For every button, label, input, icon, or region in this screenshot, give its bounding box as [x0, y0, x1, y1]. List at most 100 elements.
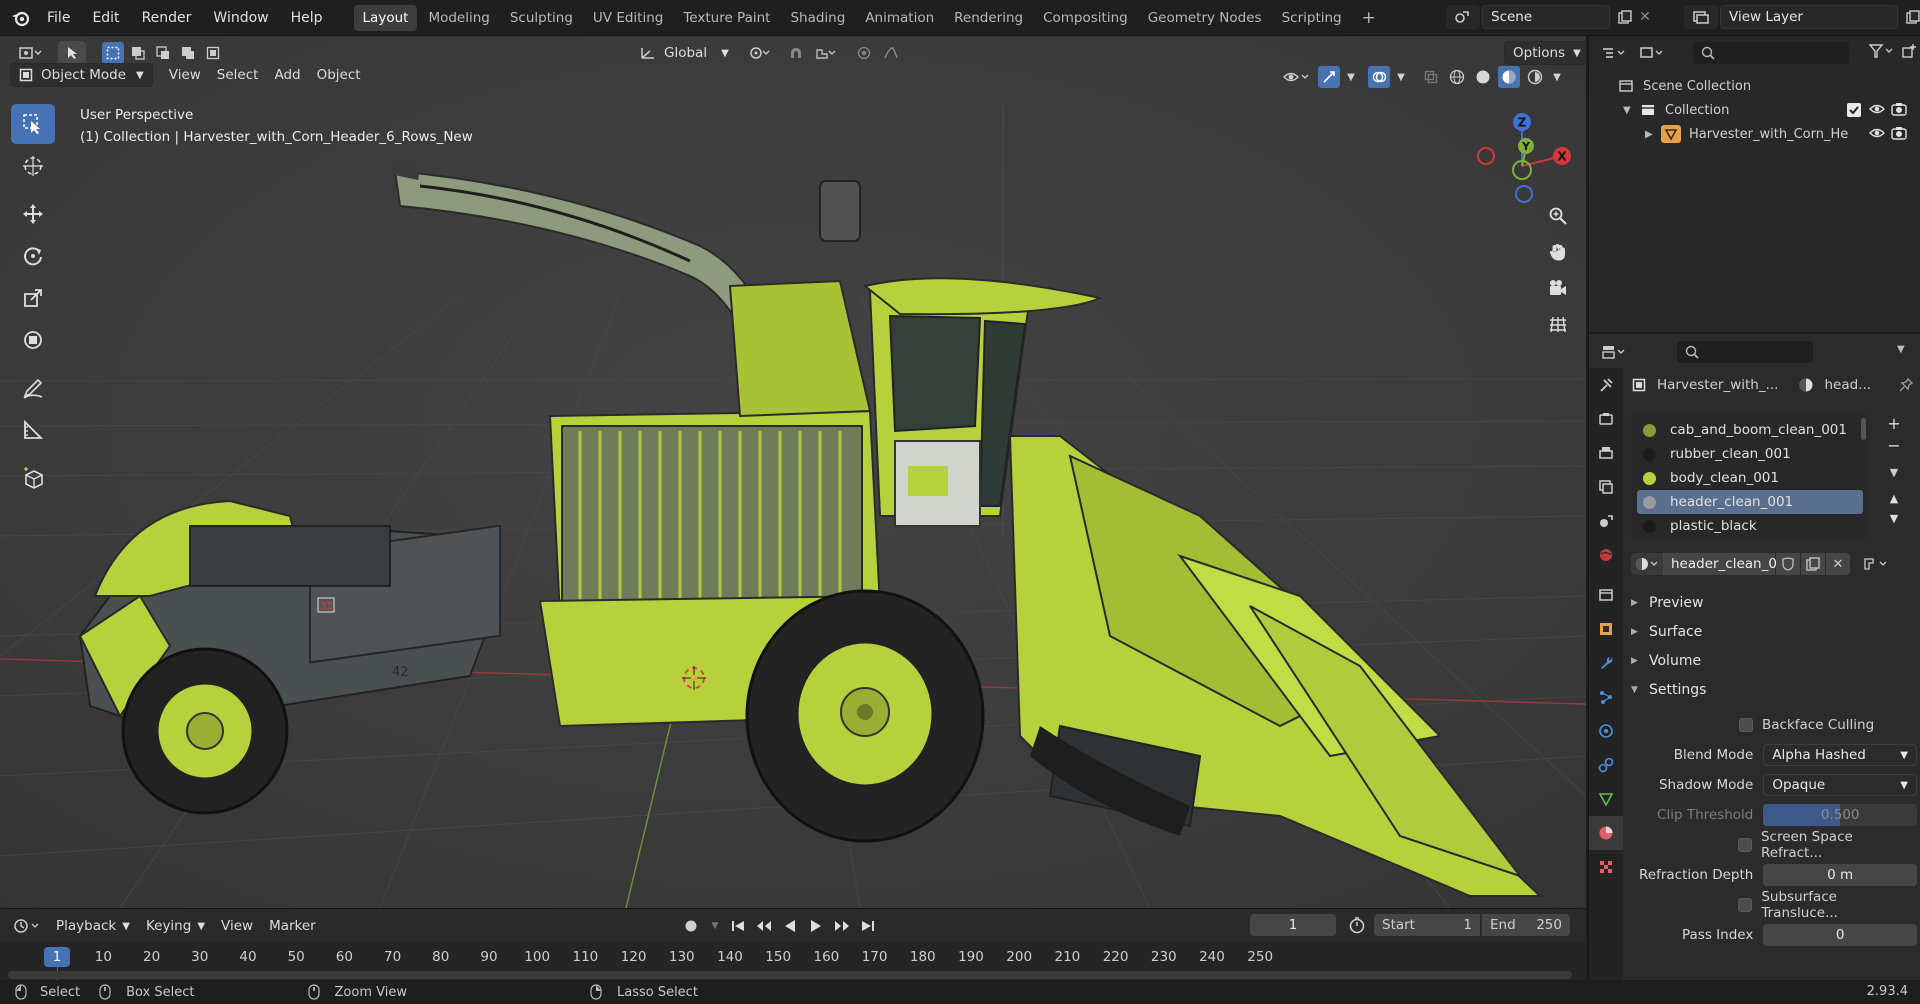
material-tab-icon[interactable] [1589, 816, 1623, 850]
options-dropdown[interactable]: Options ▼ [1504, 41, 1586, 65]
menu-file[interactable]: File [36, 10, 81, 26]
select-box-tool[interactable] [11, 104, 55, 144]
scene-tab-icon[interactable] [1589, 504, 1623, 538]
view-layer-field[interactable]: View Layer [1720, 5, 1898, 29]
backface-culling-checkbox[interactable] [1739, 718, 1753, 732]
add-slot-button[interactable]: + [1883, 414, 1905, 436]
properties-options-icon[interactable]: ▼ [1897, 344, 1905, 355]
slot-specials-button[interactable]: ▼ [1883, 458, 1905, 488]
browse-material-icon[interactable] [1631, 553, 1663, 575]
3d-viewport[interactable]: 31 42 Global ▼ Options ▼ Object Mode ▼ V… [0, 36, 1586, 908]
menu-help[interactable]: Help [280, 10, 334, 26]
tab-animation[interactable]: Animation [856, 5, 943, 31]
object-visibility-icon[interactable] [1869, 127, 1885, 139]
wireframe-shading-icon[interactable] [1446, 66, 1468, 88]
duplicate-material-icon[interactable] [1801, 553, 1825, 575]
menu-select[interactable]: Select [209, 63, 267, 87]
material-link-icon[interactable] [1860, 553, 1892, 575]
scene-field[interactable]: Scene [1482, 5, 1610, 29]
new-collection-icon[interactable] [1901, 44, 1917, 58]
collection-expand-icon[interactable]: ▼ [1623, 105, 1639, 116]
properties-search-input[interactable] [1677, 341, 1813, 363]
clip-threshold-slider[interactable]: 0.500 [1763, 804, 1917, 826]
gizmo-dropdown-icon[interactable]: ▼ [1344, 72, 1358, 83]
material-list-scrollbar[interactable] [1861, 418, 1866, 440]
material-slots-list[interactable]: cab_and_boom_clean_001 rubber_clean_001 bo… [1631, 414, 1869, 538]
remove-scene-icon[interactable]: ✕ [1636, 9, 1654, 25]
object-row[interactable]: ▶ Harvester_with_Corn_He [1589, 122, 1920, 146]
rendered-shading-icon[interactable] [1524, 66, 1546, 88]
constraints-tab-icon[interactable] [1589, 748, 1623, 782]
solid-shading-icon[interactable] [1472, 66, 1494, 88]
view-layer-icon[interactable] [1684, 5, 1718, 29]
view-layer-tab-icon[interactable] [1589, 470, 1623, 504]
render-tab-icon[interactable] [1589, 402, 1623, 436]
select-subtract-icon[interactable] [152, 42, 174, 64]
volume-panel-header[interactable]: ▶ Volume [1631, 646, 1917, 675]
tab-geometry-nodes[interactable]: Geometry Nodes [1139, 5, 1271, 31]
pin-icon[interactable] [1899, 378, 1913, 392]
backface-culling-row[interactable]: Backface Culling [1631, 710, 1917, 740]
add-cube-tool[interactable] [11, 458, 55, 498]
shadow-mode-dropdown[interactable]: Opaque ▼ [1763, 774, 1917, 796]
unlink-material-icon[interactable]: ✕ [1826, 553, 1850, 575]
menu-edit[interactable]: Edit [81, 10, 130, 26]
snap-target-icon[interactable] [809, 41, 843, 65]
tab-rendering[interactable]: Rendering [945, 5, 1032, 31]
output-tab-icon[interactable] [1589, 436, 1623, 470]
modifier-tab-icon[interactable] [1589, 646, 1623, 680]
pan-hand-icon[interactable] [1542, 236, 1574, 268]
move-slot-up-button[interactable]: ▲ [1883, 488, 1905, 510]
collection-exclude-checkbox[interactable] [1847, 103, 1861, 117]
settings-panel-header[interactable]: ▼ Settings [1631, 675, 1917, 704]
collection-row[interactable]: ▼ Collection [1589, 98, 1920, 122]
refraction-depth-field[interactable]: 0 m [1763, 864, 1917, 886]
select-extend-icon[interactable] [127, 42, 149, 64]
add-workspace-button[interactable]: + [1353, 5, 1385, 31]
scene-icon[interactable] [1446, 5, 1480, 29]
scene-collection-row[interactable]: Scene Collection [1589, 74, 1920, 98]
orientation-dropdown[interactable]: Global ▼ [632, 41, 737, 65]
tab-scripting[interactable]: Scripting [1273, 5, 1351, 31]
properties-editor-icon[interactable] [1597, 341, 1631, 363]
visibility-icon[interactable] [1278, 66, 1314, 88]
remove-slot-button[interactable]: − [1883, 436, 1905, 458]
collection-visibility-icon[interactable] [1869, 103, 1885, 115]
annotate-tool[interactable] [11, 368, 55, 408]
collection-render-icon[interactable] [1891, 102, 1907, 116]
blender-logo-icon[interactable] [10, 9, 32, 27]
material-slot-item[interactable]: cab_and_boom_clean_001 [1637, 418, 1863, 442]
data-tab-icon[interactable] [1589, 782, 1623, 816]
menu-view[interactable]: View [161, 63, 209, 87]
tab-compositing[interactable]: Compositing [1034, 5, 1137, 31]
screen-space-refraction-checkbox[interactable] [1738, 838, 1752, 852]
transform-tool[interactable] [11, 320, 55, 360]
move-slot-down-button[interactable]: ▼ [1883, 510, 1905, 532]
ortho-grid-icon[interactable] [1542, 308, 1574, 340]
navigation-gizmo[interactable]: Z X Y [1472, 104, 1582, 214]
menu-object[interactable]: Object [309, 63, 369, 87]
measure-tool[interactable] [11, 410, 55, 450]
tool-tab-icon[interactable] [1589, 368, 1623, 402]
collection-tab-icon[interactable] [1589, 578, 1623, 612]
gizmo-toggle-icon[interactable] [1318, 66, 1340, 88]
select-invert-icon[interactable] [177, 42, 199, 64]
tab-modeling[interactable]: Modeling [419, 5, 498, 31]
menu-window[interactable]: Window [202, 10, 279, 26]
copy-view-layer-icon[interactable] [1902, 10, 1920, 24]
timeline[interactable]: Playback ▼ Keying ▼ View Marker ▼ 1 Start … [0, 908, 1586, 981]
preview-panel-header[interactable]: ▶ Preview [1631, 588, 1917, 617]
tab-shading[interactable]: Shading [781, 5, 854, 31]
subsurface-translucency-row[interactable]: Subsurface Transluce... [1631, 889, 1917, 921]
properties-editor[interactable]: ▼ Harvester_with_... head... cab_and_boo [1588, 334, 1920, 980]
display-mode-icon[interactable] [1635, 42, 1669, 64]
tab-sculpting[interactable]: Sculpting [501, 5, 582, 31]
scale-tool[interactable] [11, 278, 55, 318]
cursor-tool[interactable] [11, 146, 55, 186]
outliner-editor-icon[interactable] [1597, 42, 1631, 64]
select-new-icon[interactable] [102, 42, 124, 64]
physics-tab-icon[interactable] [1589, 714, 1623, 748]
object-render-icon[interactable] [1891, 126, 1907, 140]
blend-mode-dropdown[interactable]: Alpha Hashed ▼ [1763, 744, 1917, 766]
timeline-scrollbar[interactable] [8, 971, 1572, 979]
